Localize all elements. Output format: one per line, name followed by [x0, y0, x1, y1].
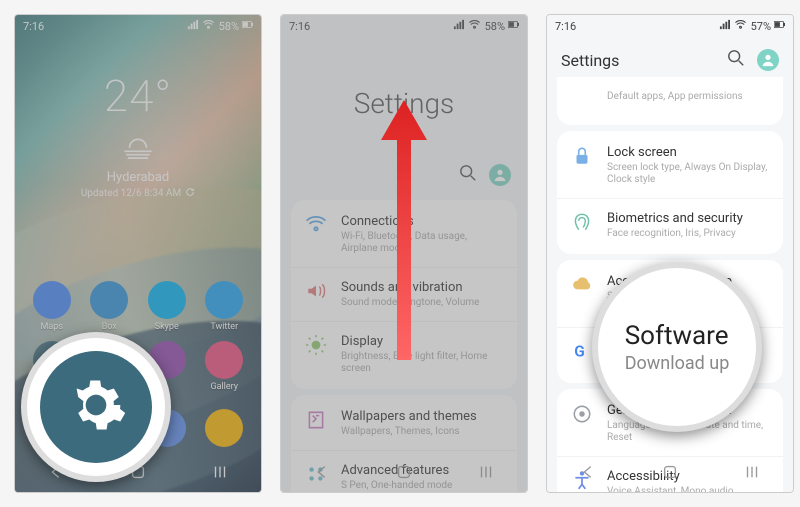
weather-widget[interactable]: 24° Hyderabad Updated 12/6 8:34 AM: [15, 70, 261, 200]
signal-icon: [719, 19, 730, 33]
row-subtitle: Wi-Fi, Bluetooth, Data usage, Airplane m…: [341, 231, 503, 255]
row-subtitle: Brightness, Blue light filter, Home scre…: [341, 351, 503, 375]
gear-icon: [65, 374, 127, 440]
weather-city: Hyderabad: [15, 170, 261, 185]
row-subtitle: Sound mode, Ringtone, Volume: [341, 297, 479, 309]
cloud-icon: [571, 274, 593, 296]
app-row-1: Maps Box Skype Twitter: [15, 281, 261, 332]
battery-pct: 57%: [751, 20, 771, 33]
signal-icon: [187, 19, 198, 33]
status-bar: 7:16 58%: [281, 15, 527, 37]
row-subtitle: Face recognition, Iris, Privacy: [607, 228, 743, 240]
magnifier-software-update: Software Download up: [592, 262, 762, 432]
settings-row-biometrics-and-security[interactable]: Biometrics and security Face recognition…: [557, 198, 783, 252]
row-label: Biometrics and security: [607, 211, 743, 226]
battery-pct: 58%: [219, 20, 239, 33]
row-label: Sounds and vibration: [341, 280, 479, 295]
recents-button[interactable]: [743, 463, 761, 485]
settings-card: Lock screen Screen lock type, Always On …: [557, 131, 783, 254]
weather-updated: Updated 12/6 8:34 AM: [81, 188, 181, 199]
signal-icon: [453, 19, 464, 33]
account-avatar[interactable]: [489, 164, 511, 186]
app-skype[interactable]: Skype: [146, 281, 188, 332]
home-button[interactable]: [661, 463, 679, 485]
row-label: Lock screen: [607, 145, 769, 160]
row-subtitle: Default apps, App permissions: [607, 91, 743, 103]
battery-pct: 58%: [485, 20, 505, 33]
google-icon: G: [571, 340, 593, 362]
settings-row-sounds-and-vibration[interactable]: Sounds and vibration Sound mode, Rington…: [291, 267, 517, 321]
magnifier-line2: Download up: [625, 353, 730, 374]
phone-settings-top: 7:16 58% Settings Connections Wi-Fi, Blu…: [280, 14, 528, 493]
back-button[interactable]: [313, 463, 331, 485]
wifi-icon: [469, 19, 480, 33]
settings-card: Default apps, App permissions: [557, 77, 783, 125]
recents-button[interactable]: [211, 463, 229, 485]
settings-scroll[interactable]: Settings Connections Wi-Fi, Bluetooth, D…: [281, 15, 527, 492]
row-label: Wallpapers and themes: [341, 409, 477, 424]
row-subtitle: Wallpapers, Themes, Icons: [341, 426, 477, 438]
app-icon[interactable]: [203, 409, 245, 450]
settings-title: Settings: [281, 87, 527, 120]
svg-text:G: G: [574, 343, 585, 361]
settings-row-display[interactable]: Display Brightness, Blue light filter, H…: [291, 321, 517, 387]
phone-home-screen: 7:16 58% 24° Hyder: [14, 14, 262, 493]
status-bar: 7:16 58%: [15, 15, 261, 37]
wifi-icon: [203, 19, 214, 33]
recents-button[interactable]: [477, 463, 495, 485]
row-label: Connections: [341, 214, 503, 229]
settings-row-lock-screen[interactable]: Lock screen Screen lock type, Always On …: [557, 133, 783, 198]
status-bar: 7:16 57%: [547, 15, 793, 37]
back-button[interactable]: [579, 463, 597, 485]
nav-bar: [281, 456, 527, 492]
app-gallery[interactable]: Gallery: [203, 341, 245, 392]
wifi-icon: [735, 19, 746, 33]
phone-settings-scrolled: 7:16 57% Settings Default apps,: [546, 14, 794, 493]
row-label: Display: [341, 334, 503, 349]
home-button[interactable]: [395, 463, 413, 485]
settings-row-apps[interactable]: Default apps, App permissions: [557, 77, 783, 123]
account-avatar[interactable]: [757, 49, 779, 71]
general-icon: [571, 403, 593, 425]
wallpaper-icon: [305, 409, 327, 431]
wifi-icon: [305, 214, 327, 236]
status-time: 7:16: [289, 20, 310, 33]
battery-icon: [242, 19, 253, 33]
settings-row-wallpapers-and-themes[interactable]: Wallpapers and themes Wallpapers, Themes…: [291, 397, 517, 450]
sound-icon: [305, 280, 327, 302]
nav-bar: [547, 456, 793, 492]
status-time: 7:16: [23, 20, 44, 33]
magnifier-line1: Software: [625, 321, 730, 351]
display-icon: [305, 334, 327, 356]
magnifier-settings-icon: [21, 332, 171, 482]
lock-icon: [571, 145, 593, 167]
search-icon[interactable]: [459, 164, 477, 186]
settings-header: Settings: [561, 51, 619, 70]
status-time: 7:16: [555, 20, 576, 33]
app-twitter[interactable]: Twitter: [203, 281, 245, 332]
search-icon[interactable]: [727, 49, 745, 71]
app-maps[interactable]: Maps: [31, 281, 73, 332]
bio-icon: [571, 211, 593, 233]
battery-icon: [774, 19, 785, 33]
settings-row-connections[interactable]: Connections Wi-Fi, Bluetooth, Data usage…: [291, 202, 517, 267]
refresh-icon[interactable]: [185, 187, 195, 200]
weather-temp: 24°: [15, 70, 261, 122]
settings-card: Connections Wi-Fi, Bluetooth, Data usage…: [291, 200, 517, 389]
row-subtitle: Screen lock type, Always On Display, Clo…: [607, 162, 769, 186]
fog-icon: [121, 136, 155, 162]
battery-icon: [508, 19, 519, 33]
app-box[interactable]: Box: [88, 281, 130, 332]
